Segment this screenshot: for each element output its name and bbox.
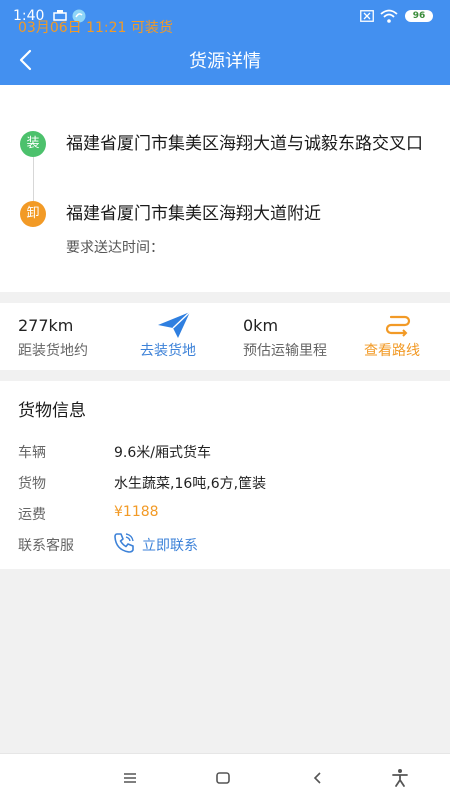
paper-plane-icon[interactable] <box>156 310 192 340</box>
system-nav-bar <box>0 753 450 800</box>
contact-now-button[interactable]: 立即联系 <box>142 535 198 555</box>
nav-back-icon[interactable] <box>307 767 329 789</box>
accessibility-icon[interactable] <box>389 767 411 789</box>
freight-value: ¥1188 <box>114 504 159 520</box>
distance-to-load-value: 277km <box>18 316 74 335</box>
app-header: 1:40 96 货源详情 <box>0 0 450 85</box>
route-card <box>0 85 450 292</box>
go-to-load-button[interactable]: 去装货地 <box>140 340 196 360</box>
unload-badge: 卸 <box>20 201 46 227</box>
vehicle-value: 9.6米/厢式货车 <box>114 445 211 461</box>
route-icon[interactable] <box>385 313 411 337</box>
load-date-status: 03月06日 11:21 可装货 <box>18 20 173 36</box>
goods-label: 货物 <box>18 476 46 492</box>
unload-address: 福建省厦门市集美区海翔大道附近 <box>66 204 321 224</box>
phone-icon[interactable] <box>113 532 135 554</box>
view-route-button[interactable]: 查看路线 <box>364 340 420 360</box>
load-address: 福建省厦门市集美区海翔大道与诚毅东路交叉口 <box>66 134 423 154</box>
estimated-distance-value: 0km <box>243 316 279 335</box>
distance-to-load-label: 距装货地约 <box>18 343 88 359</box>
estimated-distance-label: 预估运输里程 <box>243 343 327 359</box>
battery-indicator: 96 <box>405 10 433 22</box>
wifi-icon <box>380 9 398 23</box>
sim-off-icon <box>360 10 374 22</box>
route-connector <box>33 157 34 201</box>
freight-label: 运费 <box>18 507 46 523</box>
delivery-time-label: 要求送达时间： <box>66 240 164 256</box>
goods-value: 水生蔬菜,16吨,6方,筐装 <box>114 476 267 492</box>
load-badge: 装 <box>20 131 46 157</box>
cargo-section-title: 货物信息 <box>18 401 86 421</box>
nav-bar: 货源详情 <box>0 34 450 85</box>
page-title: 货源详情 <box>189 51 261 72</box>
menu-icon[interactable] <box>119 767 141 789</box>
home-icon[interactable] <box>212 767 234 789</box>
customer-service-label: 联系客服 <box>18 538 74 554</box>
vehicle-label: 车辆 <box>18 445 46 461</box>
